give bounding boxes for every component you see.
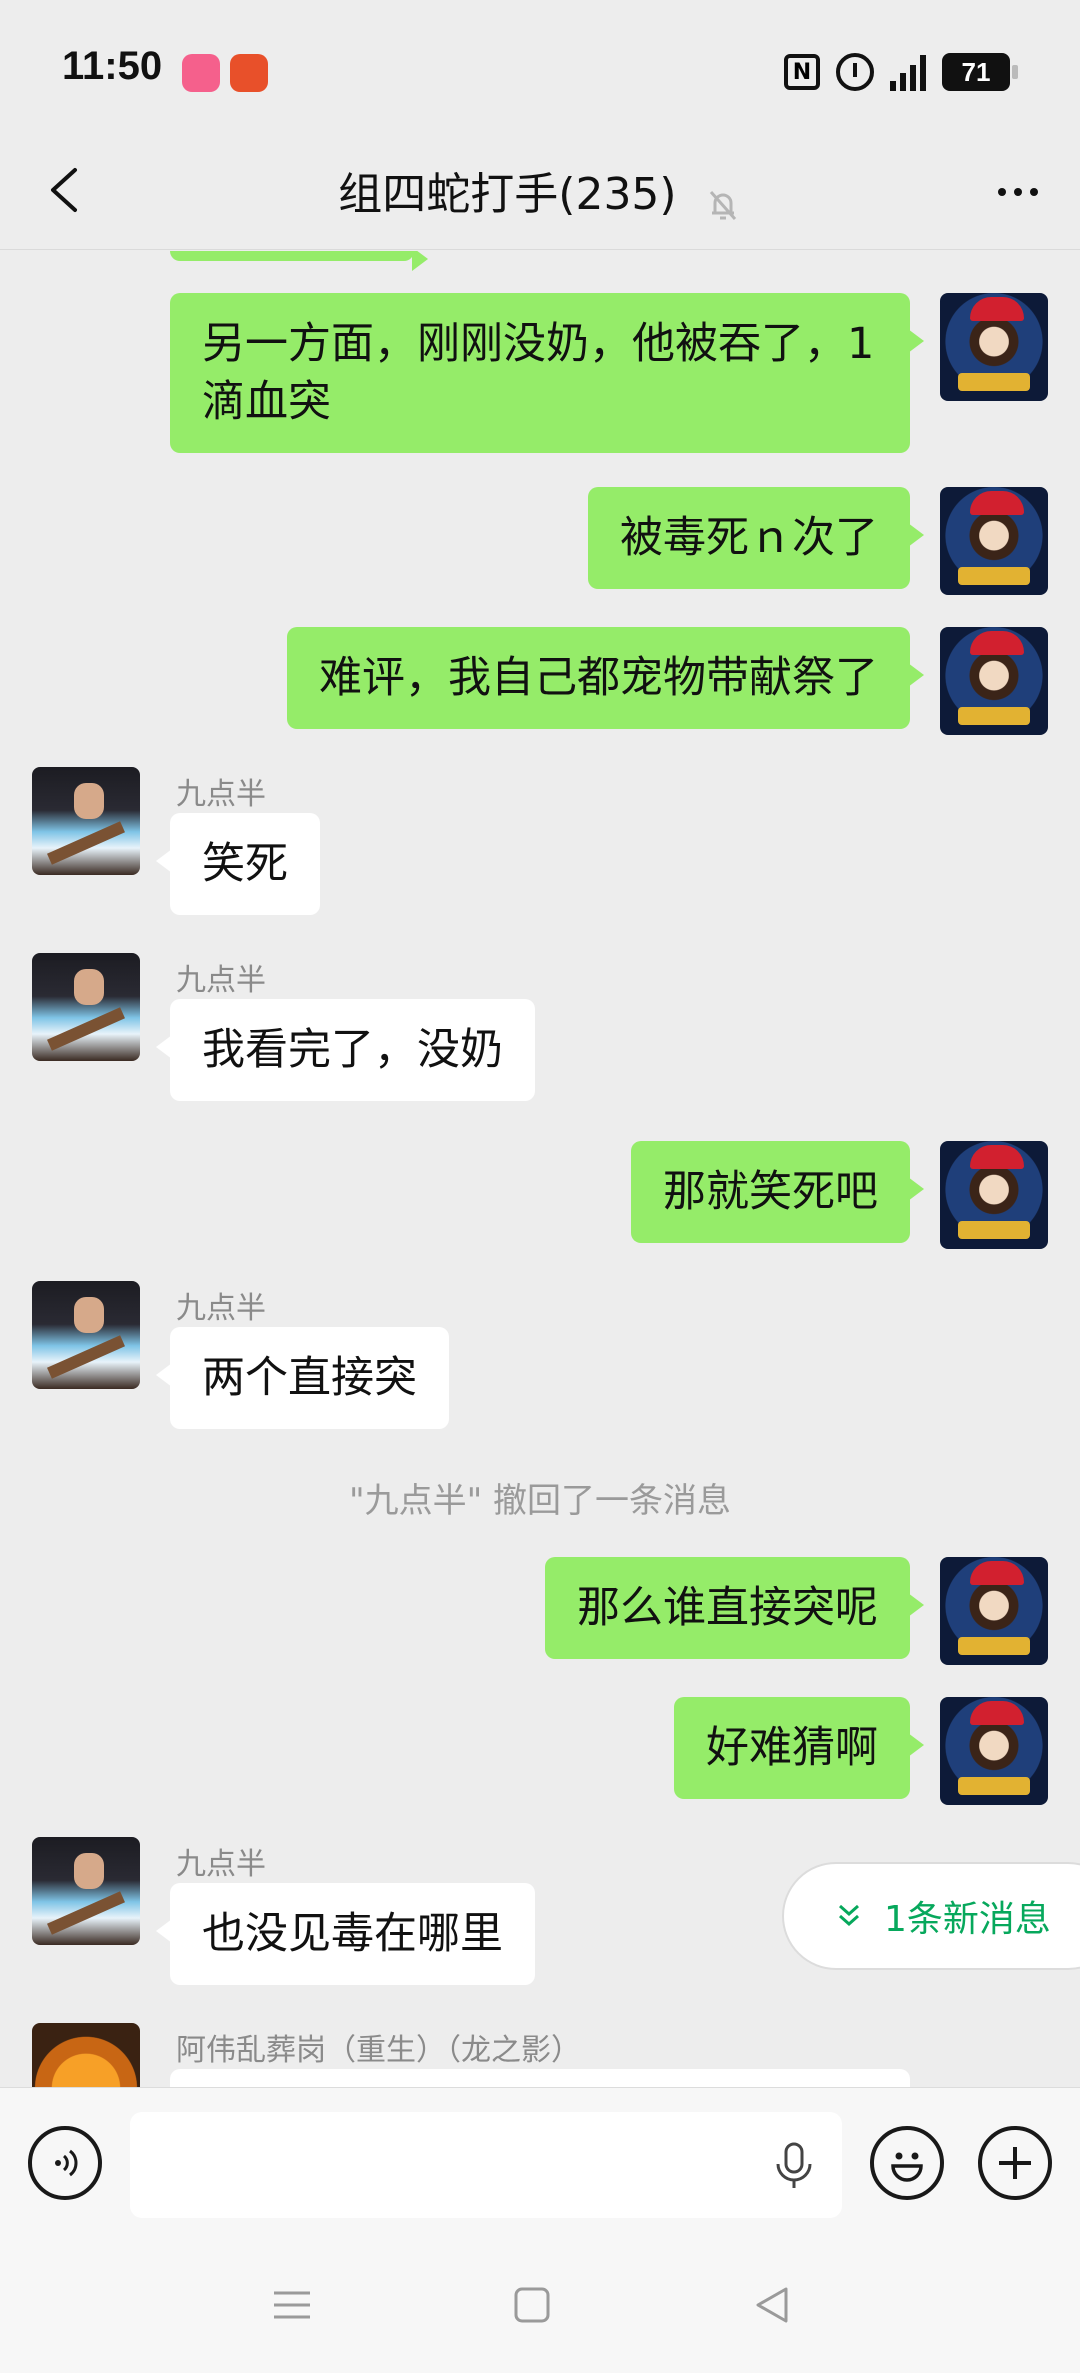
triangle-back-icon <box>756 2287 788 2323</box>
message-bubble-self[interactable]: 被毒死ｎ次了 <box>588 487 924 589</box>
sender-name: 九点半 <box>176 777 266 812</box>
recall-notice: "九点半" 撤回了一条消息 <box>348 1481 732 1521</box>
voice-icon <box>55 2149 78 2177</box>
message-text: 两个直接突 <box>202 1353 417 1403</box>
message-bubble-peer[interactable]: 笑死 <box>156 813 320 915</box>
avatar-self[interactable] <box>940 627 1048 735</box>
menu-icon <box>274 2291 310 2319</box>
chat-screen: 11:50 N 71 组四蛇打手(235) 另一方面，刚刚没奶，他被吞了，1滴血… <box>0 0 1080 2373</box>
sender-name: 九点半 <box>176 1847 266 1882</box>
message-bubble-self[interactable]: 那就笑死吧 <box>631 1141 924 1243</box>
notification-app-icon <box>230 54 268 92</box>
avatar-peer[interactable] <box>32 1837 140 1945</box>
nav-back-button[interactable] <box>744 2277 800 2333</box>
message-text: 那就笑死吧 <box>663 1167 878 1217</box>
alarm-icon <box>836 53 874 91</box>
avatar-peer[interactable] <box>32 953 140 1061</box>
battery-icon: 71 <box>942 53 1018 91</box>
microphone-icon[interactable] <box>768 2140 820 2192</box>
avatar-peer[interactable] <box>32 2023 140 2087</box>
nfc-icon: N <box>784 54 820 90</box>
emoji-button[interactable] <box>870 2126 944 2200</box>
signal-icon <box>890 53 926 91</box>
message-text: 被毒死ｎ次了 <box>620 513 878 563</box>
message-bubble-self[interactable]: 那么谁直接突呢 <box>545 1557 924 1659</box>
message-text: 我看完了，没奶 <box>202 1025 503 1075</box>
system-nav-bar <box>0 2237 1080 2373</box>
mute-bell-icon <box>709 190 736 220</box>
dot-icon <box>1014 188 1022 196</box>
status-bar: 11:50 N 71 <box>0 0 1080 140</box>
message-input[interactable] <box>130 2112 842 2218</box>
sender-name: 九点半 <box>176 963 266 998</box>
dot-icon <box>1030 188 1038 196</box>
voice-input-button[interactable] <box>28 2126 102 2200</box>
recent-apps-button[interactable] <box>264 2277 320 2333</box>
avatar-self[interactable] <box>940 293 1048 401</box>
message-bubble-self[interactable]: 难评，我自己都宠物带献祭了 <box>287 627 924 729</box>
message-text: 那么谁直接突呢 <box>577 1583 878 1633</box>
square-icon <box>514 2287 550 2323</box>
avatar-self[interactable] <box>940 1141 1048 1249</box>
message-text: 笑死 <box>202 839 288 889</box>
avatar-self[interactable] <box>940 1697 1048 1805</box>
partial-message-bubble <box>170 251 428 271</box>
message-text: 好难猜啊 <box>706 1723 878 1773</box>
avatar-self[interactable] <box>940 1557 1048 1665</box>
message-text: 另一方面，刚刚没奶，他被吞了，1滴血突 <box>202 319 875 427</box>
chat-header: 组四蛇打手(235) <box>0 140 1080 250</box>
smiley-icon <box>891 2152 923 2182</box>
message-bubble-peer[interactable]: 也没见毒在哪里 <box>156 1883 535 1985</box>
message-bubble-self[interactable]: 好难猜啊 <box>674 1697 924 1799</box>
header-title-wrap: 组四蛇打手(235) <box>0 158 1080 224</box>
more-functions-button[interactable] <box>978 2126 1052 2200</box>
message-bubble-peer[interactable]: 两个直接突 <box>156 1327 449 1429</box>
battery-level: 71 <box>961 56 991 87</box>
more-options-button[interactable] <box>986 160 1050 224</box>
message-bubble-self[interactable]: 另一方面，刚刚没奶，他被吞了，1滴血突 <box>170 293 924 453</box>
new-messages-label: 1条新消息 <box>884 1899 1051 1940</box>
double-chevron-down-icon <box>839 1904 859 1927</box>
new-messages-button[interactable]: 1条新消息 <box>782 1862 1080 1970</box>
sender-name: 九点半 <box>176 1291 266 1326</box>
avatar-peer[interactable] <box>32 1281 140 1389</box>
avatar-self[interactable] <box>940 487 1048 595</box>
message-bubble-peer[interactable]: 我看完了，没奶 <box>156 999 535 1101</box>
status-time: 11:50 <box>62 44 163 88</box>
page-title[interactable]: 组四蛇打手(235) <box>338 169 676 220</box>
message-list[interactable]: 另一方面，刚刚没奶，他被吞了，1滴血突 被毒死ｎ次了 难评，我自己都宠物带献祭了… <box>0 251 1080 2087</box>
message-text: 难评，我自己都宠物带献祭了 <box>319 653 878 703</box>
message-text: 也没见毒在哪里 <box>202 1909 503 1959</box>
avatar-peer[interactable] <box>32 767 140 875</box>
plus-icon <box>999 2147 1031 2179</box>
input-bar <box>0 2087 1080 2237</box>
home-button[interactable] <box>504 2277 560 2333</box>
dot-icon <box>998 188 1006 196</box>
message-bubble-peer[interactable] <box>170 2069 910 2087</box>
status-icons: N 71 <box>784 50 1018 94</box>
bilibili-app-icon <box>182 54 220 92</box>
sender-name: 阿伟乱葬岗（重生）（龙之影） <box>176 2033 581 2068</box>
